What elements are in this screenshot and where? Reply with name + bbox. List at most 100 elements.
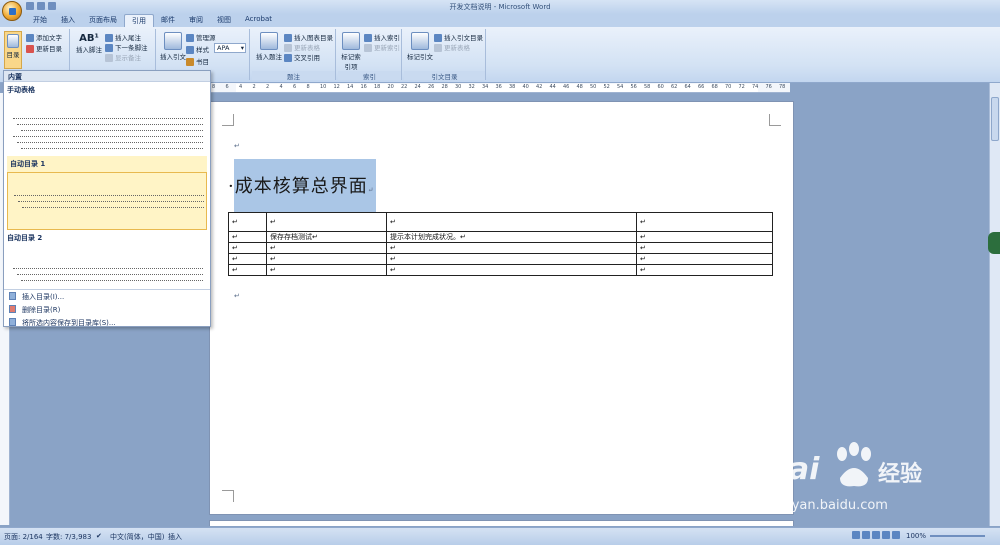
view-buttons[interactable] [852, 531, 902, 539]
update-table-button[interactable]: 更新表格 [284, 42, 320, 52]
horizontal-ruler[interactable]: 8 6 4 2 2 4 6 8 10 12 14 16 18 20 22 24 26 28 30 32 34 36 38 40… [210, 83, 790, 93]
proofing-icon[interactable]: ✔ [96, 532, 102, 540]
ruler-tick-label: 40 [522, 84, 529, 90]
ruler-tick-label: 38 [509, 84, 516, 90]
remove-toc-menu-item[interactable]: 删除目录(R) [4, 303, 210, 316]
update-index-button[interactable]: 更新索引 [364, 42, 400, 52]
insert-footnote-button[interactable]: AB¹ 插入脚注 [74, 33, 104, 54]
table-of-figures-icon [284, 34, 292, 42]
zoom-slider[interactable] [930, 535, 985, 537]
endnote-icon [105, 34, 113, 42]
update-toc-button[interactable]: 更新目录 [26, 43, 62, 53]
update-authorities-button[interactable]: 更新表格 [434, 42, 470, 52]
ruler-tick-label: 42 [536, 84, 543, 90]
show-notes-icon [105, 54, 113, 62]
insert-endnote-button[interactable]: 插入尾注 [105, 32, 141, 42]
ruler-tick-label: 18 [374, 84, 381, 90]
group-index: 索引 标记索引项 插入索引 更新索引 [338, 29, 402, 81]
tab-view[interactable]: 视图 [210, 14, 238, 27]
update-index-icon [364, 44, 372, 52]
print-layout-icon[interactable] [852, 531, 860, 539]
ruler-tick-label: 16 [360, 84, 367, 90]
toc-preview-manual[interactable] [7, 98, 207, 156]
side-widget-icon[interactable] [988, 232, 1000, 254]
draft-icon[interactable] [892, 531, 900, 539]
next-footnote-button[interactable]: 下一条脚注 [105, 42, 148, 52]
insert-toc-icon [9, 292, 16, 300]
tab-references[interactable]: 引用 [124, 14, 154, 27]
save-selection-to-gallery-menu-item[interactable]: 将所选内容保存到目录库(S)... [4, 316, 210, 329]
mark-entry-icon [342, 32, 360, 50]
toc-button[interactable]: 目录 [4, 31, 22, 69]
manual-table-title: 手动表格 [7, 86, 35, 94]
insert-mode[interactable]: 插入 [168, 532, 182, 542]
ruler-tick-label: 14 [347, 84, 354, 90]
vertical-scrollbar[interactable] [989, 83, 1000, 526]
style-icon [186, 46, 194, 54]
tab-insert[interactable]: 插入 [54, 14, 82, 27]
bibliography-button[interactable]: 书目 [186, 56, 209, 66]
page-count[interactable]: 页面: 2/164 [4, 532, 43, 542]
manage-sources-icon [186, 34, 194, 42]
ruler-tick-label: 66 [698, 84, 705, 90]
ruler-tick-label: 10 [320, 84, 327, 90]
ruler-tick-label: 32 [468, 84, 475, 90]
language[interactable]: 中文(简体，中国) [110, 532, 164, 542]
ruler-tick-label: 44 [549, 84, 556, 90]
insert-citation-button[interactable]: 插入引文 [160, 32, 186, 61]
document-table[interactable]: ↵ ↵ ↵ ↵ ↵ 保存存档测试↵ 提示本计划完成状况。↵ ↵ ↵ ↵ ↵ ↵ … [228, 212, 773, 276]
web-layout-icon[interactable] [872, 531, 880, 539]
tab-page-layout[interactable]: 页面布局 [82, 14, 124, 27]
outline-icon[interactable] [882, 531, 890, 539]
bibliography-icon [186, 58, 194, 66]
ruler-tick-label: 78 [779, 84, 786, 90]
ruler-tick-label: 76 [765, 84, 772, 90]
style-select[interactable]: APA ▾ [214, 43, 246, 53]
ruler-tick-label: 6 [293, 84, 297, 90]
insert-caption-button[interactable]: 插入题注 [254, 32, 284, 61]
ruler-tick-label: 4 [279, 84, 283, 90]
add-text-button[interactable]: 添加文字 [26, 32, 62, 42]
document-heading[interactable]: ·成本核算总界面↵ [228, 172, 375, 198]
office-button[interactable] [2, 1, 22, 21]
tab-home[interactable]: 开始 [26, 14, 54, 27]
full-screen-icon[interactable] [862, 531, 870, 539]
ruler-tick-label: 68 [711, 84, 718, 90]
ruler-tick-label: 72 [738, 84, 745, 90]
toc-icon [7, 34, 19, 48]
ruler-tick-label: 74 [752, 84, 759, 90]
auto-toc-2-title: 自动目录 2 [7, 234, 43, 242]
word-count[interactable]: 字数: 7/3,983 [46, 532, 91, 542]
auto-toc-1-title: 自动目录 1 [7, 156, 207, 172]
status-bar: 页面: 2/164 字数: 7/3,983 ✔ 中文(简体，中国) 插入 100… [0, 527, 1000, 545]
title-bar: 开发文档说明 - Microsoft Word [0, 0, 1000, 14]
insert-index-button[interactable]: 插入索引 [364, 32, 400, 42]
paragraph-mark: ↵ [234, 142, 240, 150]
mark-citation-button[interactable]: 标记引文 [406, 32, 434, 61]
insert-index-icon [364, 34, 372, 42]
ruler-tick-label: 22 [401, 84, 408, 90]
ruler-tick-label: 60 [657, 84, 664, 90]
ruler-tick-label: 52 [603, 84, 610, 90]
toc-preview-auto-1[interactable] [7, 172, 207, 230]
scrollbar-thumb[interactable] [991, 97, 999, 141]
tab-mailings[interactable]: 邮件 [154, 14, 182, 27]
window-title: 开发文档说明 - Microsoft Word [449, 3, 551, 11]
insert-table-of-figures-button[interactable]: 插入图表目录 [284, 32, 333, 42]
update-authorities-icon [434, 44, 442, 52]
tab-review[interactable]: 审阅 [182, 14, 210, 27]
authorities-group-label: 引文目录 [404, 71, 485, 81]
insert-table-of-authorities-button[interactable]: 插入引文目录 [434, 32, 483, 42]
ruler-tick-label: 24 [414, 84, 421, 90]
cross-reference-button[interactable]: 交叉引用 [284, 52, 320, 62]
table-row: ↵ ↵ ↵ ↵ [228, 264, 773, 276]
caption-icon [260, 32, 278, 50]
tab-acrobat[interactable]: Acrobat [238, 14, 279, 27]
mark-entry-button[interactable]: 标记索引项 [340, 32, 362, 71]
update-icon [26, 45, 34, 53]
insert-toc-menu-item[interactable]: 插入目录(I)... [4, 290, 210, 303]
show-notes-button[interactable]: 显示备注 [105, 52, 141, 62]
zoom-level[interactable]: 100% [906, 532, 926, 540]
manage-sources-button[interactable]: 管理源 [186, 32, 216, 42]
gallery-header: 内置 [4, 71, 210, 82]
